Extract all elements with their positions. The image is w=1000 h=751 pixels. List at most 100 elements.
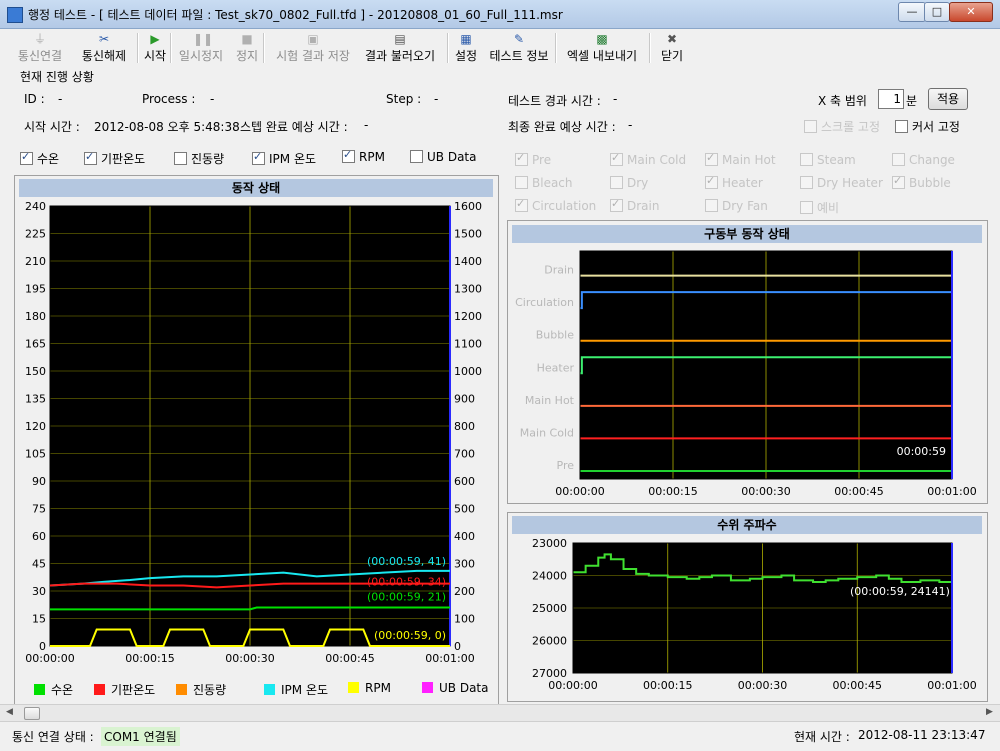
checkbox-box[interactable]	[515, 176, 528, 189]
checkbox-box[interactable]	[84, 150, 97, 165]
actuator-checkbox-6[interactable]: Dry	[610, 176, 648, 190]
checkbox-box[interactable]	[705, 199, 718, 212]
y-tick-right: 1500	[454, 228, 482, 241]
stop-icon: ■	[241, 32, 253, 46]
actuator-checkbox-1[interactable]: Main Cold	[610, 151, 687, 167]
maximize-button[interactable]: □	[924, 2, 950, 22]
step-value: -	[434, 92, 439, 106]
checkbox-box[interactable]	[610, 151, 623, 166]
actuator-checkbox-7[interactable]: Heater	[705, 174, 763, 190]
y-tick-left: 15	[32, 613, 46, 626]
checkbox-box[interactable]	[410, 150, 423, 163]
value-annotation: (00:00:59, 34)	[367, 576, 446, 589]
toolbar-button-1[interactable]: ✂ 통신해제	[76, 29, 132, 67]
pause-icon: ❚❚	[193, 32, 214, 46]
actuator-checkbox-11[interactable]: Drain	[610, 197, 659, 213]
checkbox-box[interactable]	[610, 197, 623, 212]
close-window-button[interactable]: ✕	[949, 2, 993, 22]
checkbox-box[interactable]	[800, 201, 813, 214]
apply-button[interactable]: 적용	[928, 88, 968, 110]
scroll-right-icon[interactable]: ▶	[986, 707, 993, 717]
checkbox-box[interactable]	[705, 174, 718, 189]
checkbox-box[interactable]	[610, 176, 623, 189]
actuator-checkbox-4[interactable]: Change	[892, 153, 955, 167]
toolbar-button-3[interactable]: ❚❚ 일시정지	[174, 29, 228, 67]
toolbar-button-label: 엑셀 내보내기	[566, 49, 638, 63]
checkbox-box[interactable]	[705, 151, 718, 166]
checkbox-box[interactable]	[800, 153, 813, 166]
toolbar-separator	[649, 33, 651, 63]
toolbar-button-6[interactable]: ▤ 결과 불러오기	[360, 29, 440, 67]
series-checkbox-0[interactable]: 수온	[20, 150, 59, 167]
checkbox-box[interactable]	[252, 150, 265, 165]
scrollbar-thumb[interactable]	[24, 707, 40, 720]
checkbox-box[interactable]	[892, 174, 905, 189]
actuator-checkbox-label: Main Cold	[627, 153, 687, 167]
x-tick: 00:00:00	[555, 485, 604, 498]
checkbox-box[interactable]	[20, 150, 33, 165]
actuator-checkbox-0[interactable]: Pre	[515, 151, 551, 167]
y-tick-left: 180	[25, 310, 46, 323]
toolbar-button-2[interactable]: ▶ 시작	[140, 29, 170, 67]
series-checkbox-label: 수온	[37, 152, 60, 166]
actuator-checkbox-label: Change	[909, 153, 955, 167]
y-tick-right: 600	[454, 475, 475, 488]
toolbar-button-7[interactable]: ▦ 설정	[450, 29, 482, 67]
series-checkbox-label: 진동량	[191, 152, 225, 166]
y-tick-left: 225	[25, 228, 46, 241]
actuator-checkbox-5[interactable]: Bleach	[515, 176, 573, 190]
save-icon: ▣	[307, 32, 319, 46]
step-eta-label: 스텝 완료 예상 시간 :	[240, 120, 348, 134]
actuator-checkbox-label: Circulation	[532, 199, 597, 213]
toolbar-button-8[interactable]: ✎ 테스트 정보	[484, 29, 554, 67]
minimize-button[interactable]: —	[898, 2, 926, 22]
toolbar-button-10[interactable]: ✖ 닫기	[654, 29, 690, 67]
xrange-input[interactable]: 1	[878, 89, 904, 109]
series-checkbox-4[interactable]: RPM	[342, 148, 385, 164]
legend-label: RPM	[365, 681, 391, 695]
final-eta-value: -	[628, 118, 633, 132]
checkbox-box[interactable]	[515, 151, 528, 166]
value-annotation: (00:00:59, 21)	[367, 591, 446, 604]
excel-icon: ▩	[596, 32, 608, 46]
series-checkbox-label: IPM 온도	[269, 152, 317, 166]
actuator-checkbox-12[interactable]: Dry Fan	[705, 199, 768, 213]
series-checkbox-label: 기판온도	[101, 152, 146, 166]
toolbar-button-0[interactable]: ⏚ 통신연결	[8, 29, 72, 67]
checkbox-box[interactable]	[174, 152, 187, 165]
toolbar-button-9[interactable]: ▩ 엑셀 내보내기	[560, 29, 644, 67]
actuator-checkbox-2[interactable]: Main Hot	[705, 151, 776, 167]
toolbar-button-4[interactable]: ■ 정지	[232, 29, 262, 67]
actuator-checkbox-8[interactable]: Dry Heater	[800, 176, 883, 190]
start-time-value: 2012-08-08 오후 5:48:38	[94, 120, 240, 134]
y-tick-left: 45	[32, 558, 46, 571]
series-checkbox-3[interactable]: IPM 온도	[252, 150, 316, 167]
legend-label: 기판온도	[111, 683, 156, 697]
actuator-checkbox-label: Main Hot	[722, 153, 776, 167]
checkbox-box[interactable]	[515, 197, 528, 212]
actuator-checkbox-13[interactable]: 예비	[800, 199, 839, 216]
y-tick-left: 195	[25, 283, 46, 296]
toolbar-button-label: 정지	[235, 49, 259, 63]
series-checkbox-2[interactable]: 진동량	[174, 150, 224, 167]
checkbox-box[interactable]	[342, 148, 355, 163]
cursor-lock-checkbox[interactable]: 커서 고정	[895, 118, 960, 135]
x-tick: 00:00:45	[834, 485, 883, 498]
checkbox-box[interactable]	[800, 176, 813, 189]
actuator-checkbox-3[interactable]: Steam	[800, 153, 856, 167]
plug-icon: ⏚	[33, 32, 46, 46]
legend-item-5: UB Data	[422, 681, 488, 695]
current-time-label: 현재 시간 :	[794, 730, 850, 744]
scroll-left-icon[interactable]: ◀	[6, 707, 13, 717]
scroll-lock-checkbox[interactable]: 스크롤 고정	[804, 118, 880, 135]
actuator-checkbox-9[interactable]: Bubble	[892, 174, 951, 190]
x-tick: 00:00:30	[738, 679, 787, 692]
series-checkbox-5[interactable]: UB Data	[410, 150, 476, 164]
toolbar-button-5[interactable]: ▣ 시험 결과 저장	[268, 29, 358, 67]
actuator-checkbox-10[interactable]: Circulation	[515, 197, 597, 213]
series-checkbox-1[interactable]: 기판온도	[84, 150, 145, 167]
horizontal-scrollbar[interactable]: ◀ ▶	[0, 704, 1000, 721]
toolbar-button-label: 시작	[143, 49, 167, 63]
actuator-chart: 00:00:00 00:00:15 00:00:30 00:00:45 00:01:00…	[515, 250, 977, 498]
checkbox-box[interactable]	[892, 153, 905, 166]
